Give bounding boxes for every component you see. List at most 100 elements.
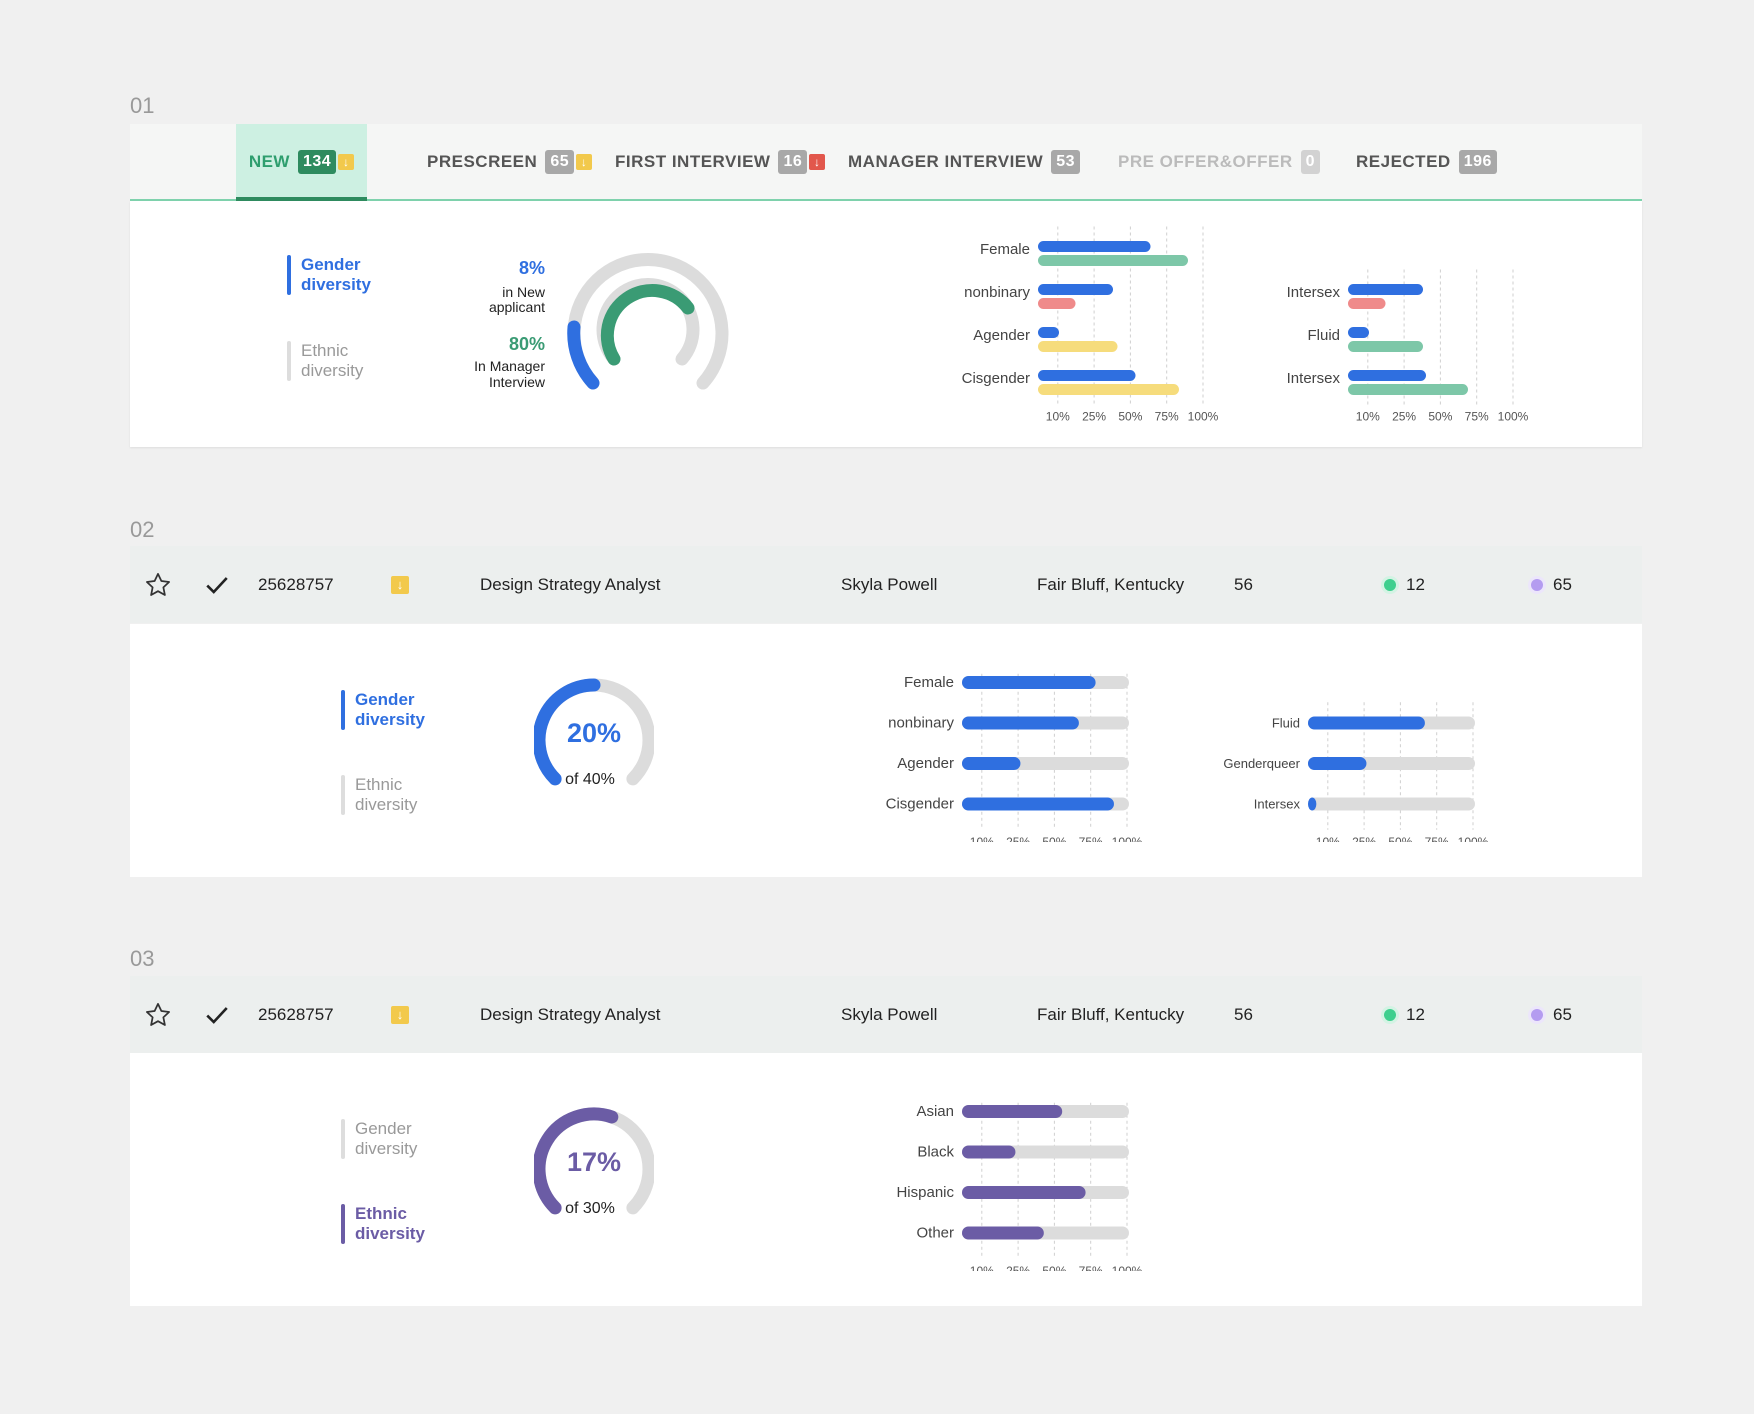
data-bar (962, 1105, 1063, 1118)
category-label: Agender (973, 327, 1030, 344)
legend-gender-diversity[interactable]: Gender diversity (287, 255, 371, 295)
data-bar (962, 1145, 1016, 1159)
bar-track (1308, 797, 1475, 811)
green-status-dot (1384, 578, 1396, 591)
tick-label: 100% (1112, 1264, 1143, 1271)
tab-count-badge: 134 (297, 149, 337, 174)
tick-label: 25% (1006, 1264, 1030, 1271)
purple-status: 65 (1531, 976, 1572, 1053)
tab-count-badge: 65 (545, 149, 575, 174)
caption-line: in New (502, 284, 545, 300)
category-label: Intersex (1287, 284, 1341, 301)
purple-status-count: 65 (1553, 574, 1572, 594)
data-bar (1348, 384, 1468, 395)
category-label: Intersex (1287, 370, 1341, 387)
data-bar (962, 716, 1079, 730)
diversity-panel: Gender diversity Ethnic diversity 17% of… (130, 1053, 1642, 1306)
donut-caption: of 40% (565, 771, 615, 788)
tab-label: PRESCREEN (427, 151, 538, 171)
candidate-name: Skyla Powell (841, 1004, 938, 1024)
gender-bar-chart-2: 10% 25% 50% 75% 100% Intersex Fluid Intersex (1287, 269, 1529, 422)
tick-label: 50% (1428, 410, 1452, 422)
data-bar (1038, 298, 1076, 309)
tab-pre-offer-offer[interactable]: PRE OFFER&OFFER 0 (1118, 124, 1321, 199)
tab-manager-interview[interactable]: MANAGER INTERVIEW 53 (848, 124, 1080, 199)
data-bar (1348, 284, 1423, 295)
section-number: 02 (130, 517, 155, 542)
category-label: nonbinary (888, 715, 954, 732)
tab-new[interactable]: NEW 134 ↓ (236, 124, 367, 201)
tick-label: 100% (1498, 410, 1529, 422)
legend-ethnic-diversity[interactable]: Ethnic diversity (287, 341, 363, 381)
data-bar (1038, 341, 1118, 352)
candidate-row[interactable]: 25628757 ↓ Design Strategy Analyst Skyla… (130, 546, 1642, 623)
tick-label: 25% (1082, 410, 1106, 422)
category-label: Asian (916, 1103, 954, 1120)
tick-label: 10% (970, 1264, 994, 1271)
candidate-id: 25628757 (258, 574, 334, 594)
arrow-down-badge: ↓ (391, 1005, 409, 1024)
tick-label: 10% (1316, 835, 1340, 842)
tick-label: 75% (1079, 1264, 1103, 1271)
category-label: Fluid (1307, 327, 1340, 344)
category-label: Genderqueer (1223, 756, 1300, 771)
tab-rejected[interactable]: REJECTED 196 (1356, 124, 1497, 199)
green-status-count: 12 (1406, 1004, 1425, 1024)
donut-value: 20% (566, 718, 622, 748)
pipeline-tab-bar: NEW 134 ↓ PRESCREEN 65 ↓ FIRST INTERVIEW… (130, 124, 1642, 201)
category-label: Fluid (1272, 716, 1300, 731)
tick-label: 50% (1388, 835, 1412, 842)
inner-gauge-arc (600, 284, 695, 366)
inner-gauge-caption: In Manager Interview (410, 358, 545, 390)
legend-ethnic-diversity[interactable]: Ethnic diversity (341, 775, 417, 815)
data-bar (1308, 757, 1367, 770)
category-label: nonbinary (964, 284, 1030, 301)
section-number: 03 (130, 946, 155, 971)
candidate-location: Fair Bluff, Kentucky (1037, 574, 1185, 594)
gauge-chart (567, 252, 729, 390)
candidate-id: 25628757 (258, 1004, 334, 1024)
data-bar (1308, 716, 1425, 730)
outer-gauge-value: 8% (518, 258, 545, 278)
category-label: Cisgender (886, 796, 954, 813)
data-bar (962, 757, 1021, 770)
candidate-location: Fair Bluff, Kentucky (1037, 1004, 1185, 1024)
tick-label: 50% (1042, 1264, 1066, 1271)
tick-label: 75% (1465, 410, 1489, 422)
purple-status: 65 (1531, 546, 1572, 623)
diversity-panel: Gender diversity Ethnic diversity 20% of… (130, 624, 1642, 877)
tab-first-interview[interactable]: FIRST INTERVIEW 16 ↓ (615, 124, 826, 199)
tick-label: 50% (1042, 835, 1066, 842)
candidate-row[interactable]: 25628757 ↓ Design Strategy Analyst Skyla… (130, 976, 1642, 1053)
arrow-down-icon: ↓ (338, 153, 355, 170)
checkmark-icon[interactable] (204, 976, 230, 1053)
green-status-dot (1384, 1008, 1396, 1021)
data-bar (1348, 327, 1369, 338)
legend-gender-diversity[interactable]: Gender diversity (341, 1119, 417, 1159)
star-icon[interactable] (144, 546, 172, 623)
green-status: 12 (1384, 976, 1425, 1053)
tab-label: FIRST INTERVIEW (615, 151, 771, 171)
category-label: Agender (897, 755, 954, 772)
caption-line: In Manager (474, 358, 545, 374)
star-icon[interactable] (144, 976, 172, 1053)
data-bar (1308, 797, 1317, 811)
ethnic-bar-chart: 10% 25% 50% 75% 100% Asian Black Hispanic Other (896, 1101, 1143, 1271)
legend-gender-diversity[interactable]: Gender diversity (341, 690, 425, 730)
data-bar (1348, 370, 1426, 381)
legend-ethnic-diversity[interactable]: Ethnic diversity (341, 1204, 425, 1244)
green-status: 12 (1384, 546, 1425, 623)
candidate-score: 56 (1234, 1004, 1253, 1024)
green-status-count: 12 (1406, 574, 1425, 594)
tab-prescreen[interactable]: PRESCREEN 65 ↓ (427, 124, 593, 199)
data-bar (962, 676, 1096, 689)
tick-label: 10% (1046, 410, 1070, 422)
data-bar (1348, 341, 1423, 352)
checkmark-icon[interactable] (204, 546, 230, 623)
diversity-panel: Gender diversity Ethnic diversity 8% in … (130, 201, 1642, 447)
candidate-score: 56 (1234, 574, 1253, 594)
outer-gauge-track (567, 252, 729, 390)
tick-label: 25% (1392, 410, 1416, 422)
donut-value: 17% (566, 1147, 622, 1177)
outer-gauge-arc (567, 320, 600, 390)
